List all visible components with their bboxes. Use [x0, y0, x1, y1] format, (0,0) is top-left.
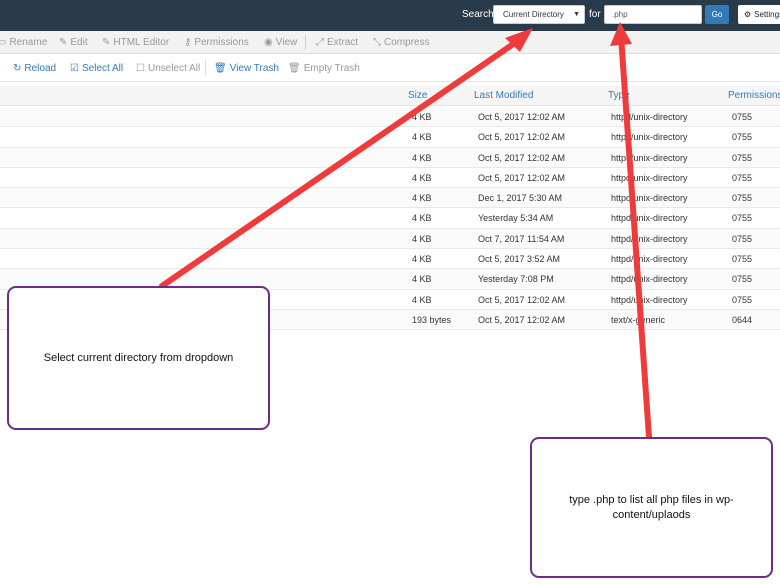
- callout-right-text: type .php to list all php files in wp-co…: [569, 493, 734, 521]
- callout-select-directory: Select current directory from dropdown: [7, 286, 270, 430]
- callout-left-text: Select current directory from dropdown: [43, 352, 234, 364]
- arrow-to-search-input: [618, 33, 652, 440]
- arrow-head-right: [610, 22, 632, 46]
- callout-type-php: type .php to list all php files in wp-co…: [530, 437, 773, 578]
- arrow-to-scope-select: [159, 35, 525, 289]
